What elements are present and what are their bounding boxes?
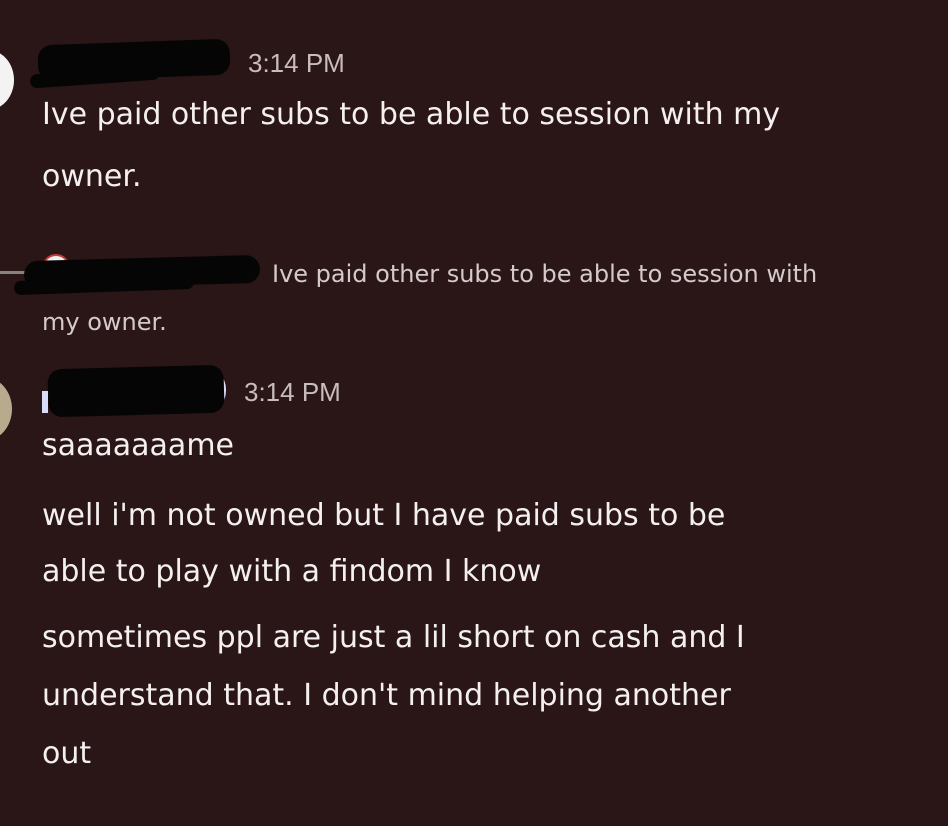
- message-1[interactable]: 3:14 PM Ive paid other subs to be able t…: [0, 0, 948, 220]
- username-redacted[interactable]: [47, 364, 225, 418]
- message-2[interactable]: 3:14 PM saaaaaaame well i'm not owned bu…: [0, 355, 948, 826]
- chat-log: 3:14 PM Ive paid other subs to be able t…: [0, 0, 948, 826]
- message-text-line: well i'm not owned but I have paid subs …: [42, 498, 726, 533]
- reply-preview-text: Ive paid other subs to be able to sessio…: [272, 260, 818, 288]
- message-text-line: able to play with a findom I know: [42, 554, 542, 589]
- message-text-line: Ive paid other subs to be able to sessio…: [42, 97, 781, 132]
- message-text-line: saaaaaaame: [42, 428, 234, 463]
- reply-preview-text-continued: my owner.: [42, 308, 167, 336]
- message-text-line: understand that. I don't mind helping an…: [42, 678, 731, 713]
- user-avatar[interactable]: [0, 50, 14, 110]
- message-text-line: owner.: [42, 159, 142, 194]
- message-text-line: out: [42, 736, 92, 771]
- message-timestamp[interactable]: 3:14 PM: [244, 377, 341, 408]
- message-text-line: sometimes ppl are just a lil short on ca…: [42, 620, 745, 655]
- message-timestamp[interactable]: 3:14 PM: [248, 48, 345, 79]
- user-avatar[interactable]: [0, 377, 12, 441]
- reply-preview[interactable]: Ive paid other subs to be able to sessio…: [0, 240, 948, 340]
